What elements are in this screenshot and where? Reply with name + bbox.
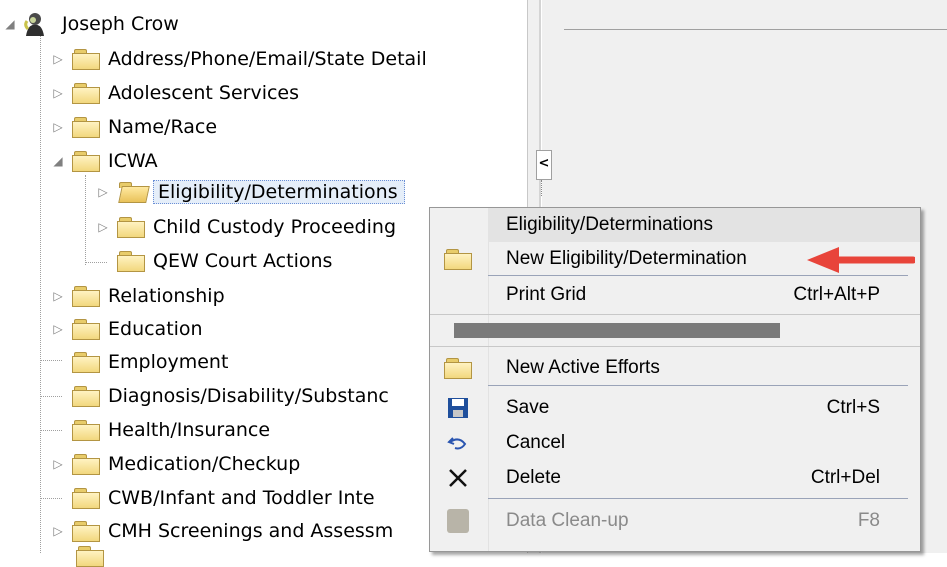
- disabled-header-bar: [454, 323, 780, 338]
- clean-up-icon: [444, 508, 472, 534]
- menu-item-label: Save: [506, 397, 550, 418]
- collapsed-triangle-icon[interactable]: ▷: [48, 289, 68, 303]
- folder-icon: [444, 355, 472, 381]
- expanded-triangle-icon[interactable]: ◢: [0, 17, 20, 31]
- annotation-arrow: [807, 247, 915, 273]
- menu-separator: [488, 275, 908, 276]
- context-menu-header: Eligibility/Determinations: [488, 208, 920, 242]
- folder-icon: [117, 217, 145, 238]
- collapsed-triangle-icon[interactable]: ▷: [48, 52, 68, 66]
- collapsed-triangle-icon[interactable]: ▷: [48, 457, 68, 471]
- collapsed-triangle-icon[interactable]: ▷: [48, 86, 68, 100]
- folder-icon: [72, 117, 100, 138]
- collapsed-triangle-icon[interactable]: ▷: [48, 524, 68, 538]
- folder-icon: [72, 386, 100, 407]
- collapsed-triangle-icon[interactable]: ▷: [93, 185, 113, 199]
- tree-item-address[interactable]: ▷ Address/Phone/Email/State Detail: [48, 43, 427, 75]
- tree-item-diagnosis[interactable]: Diagnosis/Disability/Substanc: [48, 380, 389, 412]
- person-icon: [22, 11, 48, 37]
- tree-root[interactable]: ◢ Joseph Crow: [0, 8, 179, 40]
- folder-icon: [117, 251, 145, 272]
- folder-icon: [72, 151, 100, 172]
- menu-item-shortcut: Ctrl+S: [826, 397, 880, 418]
- context-menu-header-label: Eligibility/Determinations: [506, 214, 713, 235]
- menu-item-cancel[interactable]: Cancel: [430, 426, 920, 460]
- folder-icon: [72, 521, 100, 542]
- tree-item-name-race[interactable]: ▷ Name/Race: [48, 111, 217, 143]
- menu-item-data-clean-up[interactable]: Data Clean-up F8: [430, 504, 920, 538]
- folder-icon: [76, 546, 104, 567]
- tree-item-label: QEW Court Actions: [153, 250, 333, 272]
- tree-item-child-custody[interactable]: ▷ Child Custody Proceeding: [93, 211, 396, 243]
- folder-icon: [72, 319, 100, 340]
- menu-separator: [488, 498, 908, 499]
- menu-item-label: Cancel: [506, 432, 566, 453]
- tree-item-label-selected: Eligibility/Determinations: [153, 180, 405, 204]
- tree-line: [85, 175, 86, 265]
- tree-item-medication[interactable]: ▷ Medication/Checkup: [48, 448, 300, 480]
- tree-item-label: CMH Screenings and Assessm: [108, 520, 394, 542]
- menu-item-new-active-efforts[interactable]: New Active Efforts: [430, 351, 920, 385]
- menu-item-label: Data Clean-up: [506, 510, 629, 531]
- tree-item-label: Adolescent Services: [108, 82, 300, 104]
- tree-item-label: Name/Race: [108, 116, 218, 138]
- tree-root-label: Joseph Crow: [62, 13, 179, 35]
- menu-item-label: New Eligibility/Determination: [506, 248, 747, 269]
- tree-item-qew[interactable]: QEW Court Actions: [93, 245, 332, 277]
- menu-item-shortcut: Ctrl+Del: [810, 467, 880, 488]
- tree-item-label: Education: [108, 318, 203, 340]
- menu-item-label: New Active Efforts: [506, 357, 660, 378]
- menu-separator: [488, 385, 908, 386]
- tree-item-label: Address/Phone/Email/State Detail: [108, 48, 427, 70]
- collapse-pane-button[interactable]: <: [536, 150, 552, 180]
- tree-item-label: ICWA: [108, 150, 158, 172]
- tree-item-education[interactable]: ▷ Education: [48, 313, 203, 345]
- tree-item-label: Relationship: [108, 285, 225, 307]
- menu-item-shortcut: F8: [857, 510, 880, 531]
- collapsed-triangle-icon[interactable]: ▷: [48, 322, 68, 336]
- folder-icon: [72, 352, 100, 373]
- folder-icon: [444, 246, 472, 272]
- tree-item-label: Medication/Checkup: [108, 453, 301, 475]
- tree-item-label: Employment: [108, 351, 229, 373]
- folder-icon: [72, 454, 100, 475]
- folder-icon: [72, 488, 100, 509]
- tree-item-label: Diagnosis/Disability/Substanc: [108, 385, 389, 407]
- tree-line: [40, 34, 41, 553]
- collapsed-triangle-icon[interactable]: ▷: [48, 120, 68, 134]
- tree-item-eligibility[interactable]: ▷ Eligibility/Determinations: [93, 176, 405, 208]
- save-icon: [444, 395, 472, 421]
- folder-icon: [72, 420, 100, 441]
- tree-item-label: Child Custody Proceeding: [153, 216, 397, 238]
- folder-icon: [72, 286, 100, 307]
- menu-item-shortcut: Ctrl+Alt+P: [793, 284, 880, 305]
- tree-item-cwb[interactable]: CWB/Infant and Toddler Inte: [48, 482, 375, 514]
- expanded-triangle-icon[interactable]: ◢: [48, 154, 68, 168]
- tree-item-employment[interactable]: Employment: [48, 346, 228, 378]
- menu-item-delete[interactable]: Delete Ctrl+Del: [430, 461, 920, 495]
- tree-item-relationship[interactable]: ▷ Relationship: [48, 280, 225, 312]
- folder-icon: [72, 49, 100, 70]
- tree-item-health[interactable]: Health/Insurance: [48, 414, 270, 446]
- tree-item-label: Health/Insurance: [108, 419, 271, 441]
- splitter-grip[interactable]: [541, 180, 545, 196]
- menu-separator: [430, 346, 920, 347]
- tree-item-label: CWB/Infant and Toddler Inte: [108, 487, 375, 509]
- menu-item-label: Print Grid: [506, 284, 587, 305]
- tree-item-cmh[interactable]: ▷ CMH Screenings and Assessm: [48, 515, 393, 547]
- collapsed-triangle-icon[interactable]: ▷: [93, 220, 113, 234]
- folder-icon: [72, 83, 100, 104]
- undo-icon: [444, 430, 472, 456]
- tree-item-adolescent[interactable]: ▷ Adolescent Services: [48, 77, 299, 109]
- open-folder-icon: [117, 182, 150, 203]
- menu-item-print-grid[interactable]: Print Grid Ctrl+Alt+P: [430, 278, 920, 312]
- tree-item-icwa[interactable]: ◢ ICWA: [48, 145, 158, 177]
- delete-x-icon: [444, 465, 472, 491]
- detail-header-line: [564, 29, 947, 30]
- menu-separator: [430, 314, 920, 315]
- menu-item-label: Delete: [506, 467, 561, 488]
- menu-item-save[interactable]: Save Ctrl+S: [430, 391, 920, 425]
